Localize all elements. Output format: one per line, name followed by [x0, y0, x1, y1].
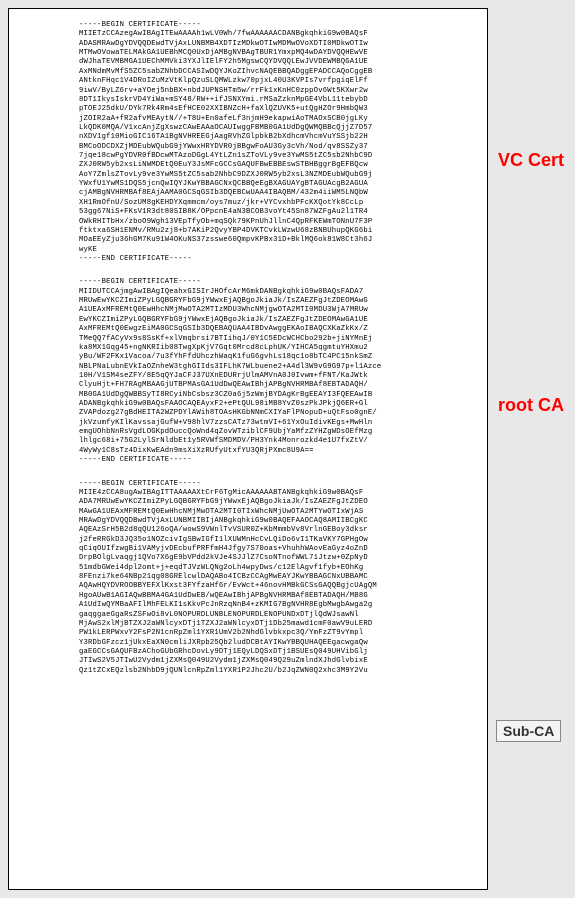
- label-root-ca: root CA: [498, 395, 564, 416]
- cert-block-vc: -----BEGIN CERTIFICATE----- MIIETzCCAzeg…: [79, 21, 477, 264]
- label-vc-cert: VC Cert: [498, 150, 564, 171]
- cert-block-root: -----BEGIN CERTIFICATE----- MIIDUTCCAjmg…: [79, 278, 477, 465]
- document-container: -----BEGIN CERTIFICATE----- MIIETzCCAzeg…: [8, 8, 488, 890]
- cert-block-sub: -----BEGIN CERTIFICATE----- MIIE4zCCA8ug…: [79, 480, 477, 677]
- label-sub-ca: Sub-CA: [496, 720, 561, 742]
